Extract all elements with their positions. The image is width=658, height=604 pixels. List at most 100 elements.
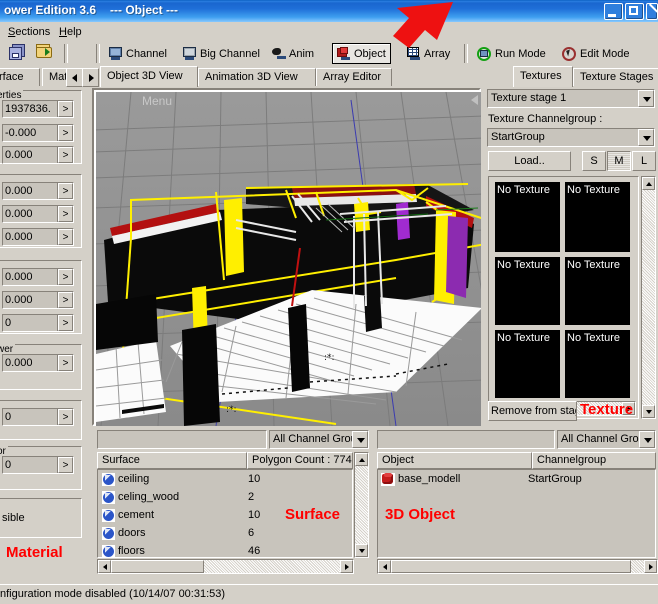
texture-slot-3[interactable]: No Texture: [495, 257, 560, 325]
visible-checkbox-label[interactable]: sible: [2, 512, 25, 524]
surface-filter-input[interactable]: [97, 430, 267, 449]
object-list-hscrollbar[interactable]: [377, 559, 658, 574]
property-field-12[interactable]: 0 >: [2, 456, 74, 474]
texture-slot-6[interactable]: No Texture: [565, 330, 630, 398]
texture-grid-scroll-down-button[interactable]: [642, 405, 655, 418]
surface-list-hscroll-left-button[interactable]: [98, 560, 111, 573]
table-row[interactable]: celing_wood 2: [98, 488, 352, 506]
object-filter-input[interactable]: [377, 430, 555, 449]
toolbar-button-channel[interactable]: Channel: [104, 43, 172, 64]
tab-array-editor[interactable]: Array Editor: [316, 68, 392, 86]
tab-animation-3d-view[interactable]: Animation 3D View: [198, 68, 316, 86]
surface-list-hscroll-right-button[interactable]: [340, 560, 353, 573]
texture-size-large-button[interactable]: L: [632, 151, 656, 171]
load-texture-button[interactable]: Load..: [488, 151, 571, 171]
close-icon[interactable]: [646, 3, 658, 20]
menu-item-sections[interactable]: Sections: [4, 25, 54, 39]
toolbar-button-big-channel[interactable]: Big Channel: [178, 43, 265, 64]
tab-scroll-left-button[interactable]: [66, 68, 83, 87]
property-field-2-expand-button[interactable]: >: [58, 125, 73, 141]
texture-slot-1[interactable]: No Texture: [495, 182, 560, 252]
texture-slot-6-label: No Texture: [567, 332, 620, 344]
chevron-down-icon[interactable]: [638, 129, 654, 146]
viewport-menu-label[interactable]: Menu: [142, 94, 172, 108]
property-field-3[interactable]: 0.000 >: [2, 146, 74, 164]
remove-from-stage-button[interactable]: Remove from stage: [488, 401, 577, 421]
globe-icon: [98, 472, 118, 486]
tab-surface[interactable]: rface: [0, 68, 40, 86]
save-icon[interactable]: [8, 44, 32, 64]
property-field-9-expand-button[interactable]: >: [58, 315, 73, 331]
texture-grid-vscrollbar[interactable]: [641, 176, 656, 419]
toolbar-button-anim[interactable]: Anim: [267, 43, 319, 64]
property-field-4-expand-button[interactable]: >: [58, 183, 73, 199]
property-field-11[interactable]: 0 >: [2, 408, 74, 426]
property-field-1[interactable]: 1937836. >: [2, 100, 74, 118]
surface-list-scroll-down-button[interactable]: [355, 544, 368, 557]
chevron-down-icon[interactable]: [639, 431, 655, 448]
property-field-4[interactable]: 0.000 >: [2, 182, 74, 200]
surface-list-hscroll-thumb[interactable]: [111, 560, 204, 573]
property-field-7-expand-button[interactable]: >: [58, 269, 73, 285]
property-field-7[interactable]: 0.000 >: [2, 268, 74, 286]
surface-channelgroup-combo[interactable]: All Channel Grou: [269, 430, 369, 449]
object-list-hscroll-thumb[interactable]: [391, 560, 631, 573]
tab-scroll-right-button[interactable]: [82, 68, 99, 87]
texture-channelgroup-combo[interactable]: StartGroup: [487, 128, 655, 147]
toolbar-button-run-mode[interactable]: Run Mode: [472, 43, 551, 64]
table-row[interactable]: floors 46: [98, 542, 352, 557]
menu-item-help[interactable]: Help: [55, 25, 86, 39]
property-field-1-expand-button[interactable]: >: [58, 101, 73, 117]
property-field-5[interactable]: 0.000 >: [2, 205, 74, 223]
object-3d-viewport[interactable]: :*: :*: Menu: [96, 92, 481, 426]
property-field-5-expand-button[interactable]: >: [58, 206, 73, 222]
table-row[interactable]: base_modell StartGroup: [378, 470, 655, 488]
property-field-8-expand-button[interactable]: >: [58, 292, 73, 308]
texture-grid-vscroll-track[interactable]: [642, 190, 655, 405]
surface-column-header-polycount[interactable]: Polygon Count : 774: [247, 452, 353, 469]
surface-list-vscroll-track[interactable]: [355, 466, 368, 544]
property-field-6-expand-button[interactable]: >: [58, 229, 73, 245]
surface-column-header-name[interactable]: Surface: [97, 452, 247, 469]
chevron-down-icon[interactable]: [638, 90, 654, 107]
texture-slot-5[interactable]: No Texture: [495, 330, 560, 398]
texture-size-medium-button[interactable]: M: [607, 151, 631, 171]
property-field-2[interactable]: -0.000 >: [2, 124, 74, 142]
chevron-down-icon[interactable]: [352, 431, 368, 448]
texture-slot-4[interactable]: No Texture: [565, 257, 630, 325]
surface-list-hscrollbar[interactable]: [97, 559, 354, 574]
property-field-6[interactable]: 0.000 >: [2, 228, 74, 246]
texture-grid-scroll-up-button[interactable]: [642, 177, 655, 190]
table-row[interactable]: ceiling 10: [98, 470, 352, 488]
object-column-header-name[interactable]: Object: [377, 452, 532, 469]
object-list-hscroll-left-button[interactable]: [378, 560, 391, 573]
surface-list-vscrollbar[interactable]: [354, 452, 369, 558]
property-field-11-expand-button[interactable]: >: [58, 409, 73, 425]
property-field-2-value: -0.000: [3, 125, 58, 141]
texture-size-small-button[interactable]: S: [582, 151, 606, 171]
toolbar-button-array[interactable]: Array: [402, 43, 455, 64]
property-field-9[interactable]: 0 >: [2, 314, 74, 332]
svg-text::*:: :*:: [324, 353, 335, 363]
tab-textures[interactable]: Textures: [513, 66, 573, 87]
property-field-12-expand-button[interactable]: >: [58, 457, 73, 473]
object-channelgroup-combo[interactable]: All Channel Grou: [557, 430, 656, 449]
texture-stage-combo[interactable]: Texture stage 1: [487, 89, 655, 108]
object-list-hscroll-right-button[interactable]: [644, 560, 657, 573]
surface-list-scroll-up-button[interactable]: [355, 453, 368, 466]
property-field-8[interactable]: 0.000 >: [2, 291, 74, 309]
tab-object-3d-view[interactable]: Object 3D View: [100, 66, 198, 87]
texture-slot-2[interactable]: No Texture: [565, 182, 630, 252]
toolbar-button-edit-mode[interactable]: Edit Mode: [557, 43, 635, 64]
property-field-10[interactable]: 0.000 >: [2, 354, 74, 372]
property-field-3-expand-button[interactable]: >: [58, 147, 73, 163]
property-field-10-expand-button[interactable]: >: [58, 355, 73, 371]
tab-texture-stages[interactable]: Texture Stages: [573, 68, 658, 86]
object-column-header-channelgroup[interactable]: Channelgroup: [532, 452, 656, 469]
viewport-collapse-icon[interactable]: [471, 95, 478, 105]
toolbar-button-object[interactable]: Object: [332, 43, 391, 64]
table-row[interactable]: doors 6: [98, 524, 352, 542]
open-folder-icon[interactable]: [36, 44, 60, 64]
maximize-icon[interactable]: [625, 3, 644, 20]
minimize-icon[interactable]: [604, 3, 623, 20]
